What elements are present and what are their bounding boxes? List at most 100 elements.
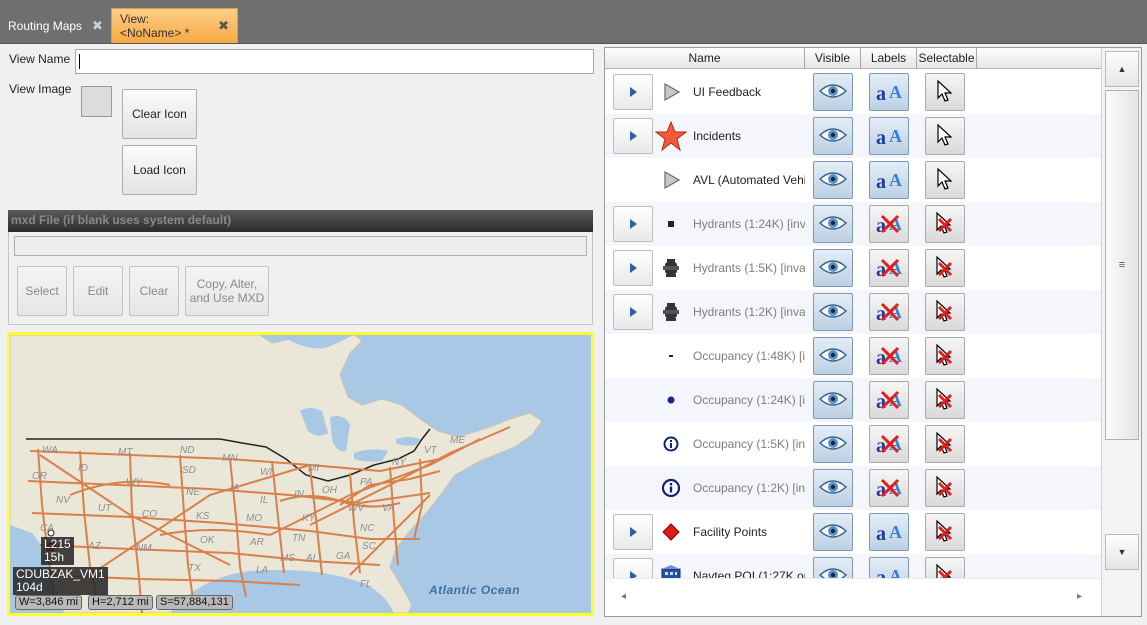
labels-toggle[interactable]: aA — [869, 205, 909, 243]
expand-row-button[interactable] — [613, 250, 653, 286]
selectable-toggle[interactable] — [925, 117, 965, 155]
visible-toggle[interactable] — [813, 381, 853, 419]
column-header-selectable[interactable]: Selectable — [917, 48, 977, 69]
tab-routing-maps[interactable]: Routing Maps ✖ — [0, 8, 111, 43]
visible-toggle[interactable] — [813, 513, 853, 551]
tab-label: View: <NoName> * — [120, 12, 190, 40]
state-label: IN — [294, 489, 305, 500]
horizontal-scrollbar[interactable]: ◂ ▸ — [605, 578, 1101, 616]
info-circle-icon — [655, 428, 687, 460]
labels-toggle[interactable]: aA — [869, 161, 909, 199]
table-row[interactable]: Hydrants (1:24K) [invalid] aA — [605, 202, 1101, 246]
table-row[interactable]: Hydrants (1:2K) [invalid] aA — [605, 290, 1101, 334]
grip-icon: ≡ — [1118, 259, 1126, 271]
scroll-right-icon[interactable]: ▸ — [1077, 591, 1082, 602]
visible-toggle[interactable] — [813, 469, 853, 507]
scroll-left-icon[interactable]: ◂ — [621, 591, 626, 602]
expand-row-button[interactable] — [613, 118, 653, 154]
table-row[interactable]: Occupancy (1:5K) [invalid] aA — [605, 422, 1101, 466]
unit-label: CDUBZAK_VM1 104d — [13, 567, 108, 595]
labels-toggle[interactable]: aA — [869, 73, 909, 111]
edit-mxd-button[interactable]: Edit — [73, 266, 123, 316]
labels-toggle[interactable]: aA — [869, 469, 909, 507]
table-row[interactable]: Facility Points a A — [605, 510, 1101, 554]
eye-icon — [818, 82, 848, 103]
state-label: CO — [142, 509, 157, 520]
selectable-toggle[interactable] — [925, 205, 965, 243]
state-label: ID — [78, 463, 88, 474]
selectable-toggle[interactable] — [925, 73, 965, 111]
selectable-toggle[interactable] — [925, 469, 965, 507]
pointer-off-icon — [934, 431, 956, 458]
visible-toggle[interactable] — [813, 73, 853, 111]
svg-text:a: a — [876, 523, 886, 544]
table-row[interactable]: Occupancy (1:2K) [invalid] aA — [605, 466, 1101, 510]
table-row[interactable]: Incidents a A — [605, 114, 1101, 158]
clear-icon-button[interactable]: Clear Icon — [122, 89, 197, 139]
labels-toggle[interactable]: aA — [869, 117, 909, 155]
expand-row-button[interactable] — [613, 74, 653, 110]
hydrant-icon — [655, 296, 687, 328]
copy-alter-use-mxd-button[interactable]: Copy, Alter, and Use MXD — [185, 266, 269, 316]
state-label: TN — [292, 533, 306, 544]
select-mxd-button[interactable]: Select — [17, 266, 67, 316]
state-label: NY — [392, 457, 407, 468]
visible-toggle[interactable] — [813, 293, 853, 331]
visible-toggle[interactable] — [813, 161, 853, 199]
close-icon[interactable]: ✖ — [92, 18, 103, 34]
scrollbar-thumb[interactable]: ≡ — [1105, 90, 1139, 440]
expand-row-button[interactable] — [613, 206, 653, 242]
table-row[interactable]: AVL (Automated Vehicle aA — [605, 158, 1101, 202]
column-header-labels[interactable]: Labels — [861, 48, 917, 69]
selectable-toggle[interactable] — [925, 337, 965, 375]
state-label: FL — [360, 579, 372, 590]
labels-toggle[interactable]: aA — [869, 249, 909, 287]
column-header-name[interactable]: Name — [605, 48, 805, 69]
map-view[interactable]: WA MT ND MN WI SD OR ID WY NE IA IL IN O… — [7, 332, 594, 616]
labels-toggle[interactable]: aA — [869, 381, 909, 419]
vehicle-label: L215 15h — [41, 537, 74, 565]
labels-toggle[interactable]: aA — [869, 425, 909, 463]
selectable-toggle[interactable] — [925, 293, 965, 331]
visible-toggle[interactable] — [813, 249, 853, 287]
selectable-toggle[interactable] — [925, 425, 965, 463]
selectable-toggle[interactable] — [925, 513, 965, 551]
table-row[interactable]: Occupancy (1:48K) [invalid] aA — [605, 334, 1101, 378]
scroll-down-icon[interactable]: ▼ — [1105, 534, 1139, 570]
state-label: WA — [42, 445, 58, 456]
visible-toggle[interactable] — [813, 425, 853, 463]
scroll-up-icon[interactable]: ▲ — [1105, 51, 1139, 87]
expand-row-button[interactable] — [613, 294, 653, 330]
layer-name: Hydrants (1:24K) [invalid] — [693, 217, 805, 231]
load-icon-button[interactable]: Load Icon — [122, 145, 197, 195]
selectable-toggle[interactable] — [925, 161, 965, 199]
close-icon[interactable]: ✖ — [218, 18, 229, 34]
visible-toggle[interactable] — [813, 337, 853, 375]
table-row[interactable]: Occupancy (1:24K) [invalid] aA — [605, 378, 1101, 422]
column-header-visible[interactable]: Visible — [805, 48, 861, 69]
labels-toggle[interactable]: aA — [869, 293, 909, 331]
labels-toggle[interactable]: aA — [869, 513, 909, 551]
selectable-toggle[interactable] — [925, 381, 965, 419]
table-row[interactable]: UI Feedback a A — [605, 70, 1101, 114]
clear-mxd-button[interactable]: Clear — [129, 266, 179, 316]
svg-text:A: A — [889, 126, 902, 146]
state-label: WV — [348, 503, 365, 514]
map-scale-stat: S=57,884,131 — [156, 595, 233, 610]
vertical-scrollbar[interactable]: ▲ ≡ ▼ — [1101, 48, 1141, 616]
visible-toggle[interactable] — [813, 205, 853, 243]
expand-row-button[interactable] — [613, 514, 653, 550]
state-label: SD — [182, 465, 196, 476]
labels-off-icon: aA — [874, 342, 904, 371]
labels-toggle[interactable]: aA — [869, 337, 909, 375]
table-row[interactable]: Hydrants (1:5K) [invalid] aA — [605, 246, 1101, 290]
tab-view-noname[interactable]: View: <NoName> * ✖ — [111, 8, 238, 43]
layer-name: Occupancy (1:24K) [invalid] — [693, 393, 805, 407]
mxd-path-input[interactable] — [14, 236, 587, 256]
expand-arrow-icon — [629, 87, 637, 97]
grid-header: Name Visible Labels Selectable — [605, 48, 1101, 69]
state-label: NC — [360, 523, 375, 534]
selectable-toggle[interactable] — [925, 249, 965, 287]
visible-toggle[interactable] — [813, 117, 853, 155]
view-name-input[interactable] — [75, 49, 594, 74]
